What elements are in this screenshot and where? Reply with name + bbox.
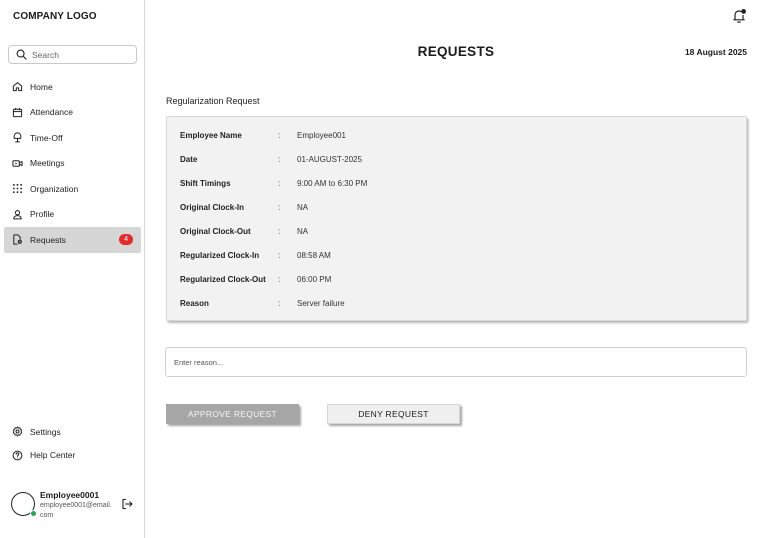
detail-value: NA (297, 202, 309, 212)
detail-label: Regularized Clock-Out (180, 274, 266, 284)
detail-label: Original Clock-In (180, 202, 245, 212)
detail-row-regularized-clock-out: Regularized Clock-Out : 06:00 PM (180, 273, 680, 285)
user-icon (13, 209, 22, 220)
detail-label: Reason (180, 298, 209, 308)
current-date: 18 August 2025 (684, 47, 747, 57)
user-profile-card[interactable]: Employee0001 employee0001@email.com (11, 489, 141, 529)
sidebar-item-attendance[interactable]: Attendance (4, 100, 141, 126)
search-box[interactable] (8, 45, 137, 64)
sidebar-item-requests[interactable]: Requests 4 (4, 227, 141, 253)
detail-value: Server failure (297, 298, 345, 308)
detail-separator: : (278, 226, 281, 236)
detail-value: NA (297, 226, 309, 236)
document-icon (13, 234, 22, 245)
home-icon (12, 82, 23, 92)
sidebar-item-help-center[interactable]: Help Center (4, 444, 141, 468)
sidebar-item-home[interactable]: Home (4, 74, 141, 100)
sidebar-item-settings[interactable]: Settings (4, 420, 141, 444)
request-details-card: Employee Name : Employee001 Date : 01-AU… (166, 116, 747, 321)
detail-separator: : (278, 154, 281, 164)
approve-request-button[interactable]: APPROVE REQUEST (166, 404, 299, 424)
detail-value: Employee001 (297, 130, 346, 140)
detail-row-shift-timings: Shift Timings : 9:00 AM to 6:30 PM (180, 177, 680, 189)
sidebar-item-organization[interactable]: Organization (4, 176, 141, 202)
deny-request-button[interactable]: DENY REQUEST (327, 404, 460, 424)
main-content: REQUESTS 18 August 2025 Regularization R… (145, 0, 768, 538)
section-title: Regularization Request (166, 96, 260, 106)
detail-label: Regularized Clock-In (180, 250, 260, 260)
detail-label: Date (180, 154, 198, 164)
detail-value: 06:00 PM (297, 274, 332, 284)
requests-count-badge: 4 (119, 234, 133, 246)
sidebar-item-label: Settings (30, 426, 61, 437)
company-logo[interactable]: COMPANY LOGO (13, 11, 97, 22)
sidebar: COMPANY LOGO Home Attendance Time-Off Me… (0, 0, 145, 538)
detail-label: Original Clock-Out (180, 226, 251, 236)
search-icon (16, 49, 27, 60)
detail-value: 08:58 AM (297, 250, 331, 260)
reason-input[interactable] (165, 347, 747, 377)
detail-separator: : (278, 274, 281, 284)
sidebar-item-label: Profile (30, 209, 55, 220)
detail-value: 9:00 AM to 6:30 PM (297, 178, 368, 188)
detail-separator: : (278, 178, 281, 188)
detail-row-reason: Reason : Server failure (180, 297, 680, 309)
detail-row-date: Date : 01-AUGUST-2025 (180, 153, 680, 165)
calendar-icon (12, 107, 23, 117)
sidebar-item-profile[interactable]: Profile (4, 202, 141, 228)
umbrella-icon (13, 132, 22, 143)
detail-row-regularized-clock-in: Regularized Clock-In : 08:58 AM (180, 249, 680, 261)
page-title: REQUESTS (417, 44, 495, 59)
detail-row-original-clock-in: Original Clock-In : NA (180, 201, 680, 213)
sidebar-item-label: Meetings (30, 158, 65, 169)
sidebar-bottom-nav: Settings Help Center (4, 420, 141, 467)
online-status-dot (30, 510, 37, 517)
sidebar-item-label: Home (30, 81, 53, 92)
sidebar-item-label: Organization (30, 183, 79, 194)
sidebar-item-meetings[interactable]: Meetings (4, 151, 141, 177)
detail-row-original-clock-out: Original Clock-Out : NA (180, 225, 680, 237)
help-icon (12, 450, 23, 461)
sidebar-item-time-off[interactable]: Time-Off (4, 125, 141, 151)
detail-row-employee-name: Employee Name : Employee001 (180, 129, 680, 141)
user-name: Employee0001 (40, 490, 100, 500)
avatar[interactable] (11, 492, 37, 517)
user-email: employee0001@email.com (40, 502, 112, 519)
sidebar-item-label: Requests (30, 234, 66, 245)
grid-icon (12, 184, 23, 194)
logout-icon[interactable] (121, 498, 133, 510)
video-icon (12, 159, 23, 167)
sidebar-item-label: Time-Off (30, 132, 63, 143)
sidebar-item-label: Attendance (30, 107, 74, 118)
detail-separator: : (278, 202, 281, 212)
search-input[interactable] (32, 49, 132, 60)
sidebar-nav: Home Attendance Time-Off Meetings Organi… (4, 74, 141, 253)
detail-value: 01-AUGUST-2025 (297, 154, 362, 164)
detail-separator: : (278, 298, 281, 308)
notification-bell-icon[interactable] (732, 8, 747, 24)
sidebar-item-label: Help Center (30, 450, 76, 461)
detail-separator: : (278, 250, 281, 260)
detail-separator: : (278, 130, 281, 140)
detail-label: Shift Timings (180, 178, 231, 188)
detail-label: Employee Name (180, 130, 242, 140)
gear-icon (12, 426, 23, 437)
